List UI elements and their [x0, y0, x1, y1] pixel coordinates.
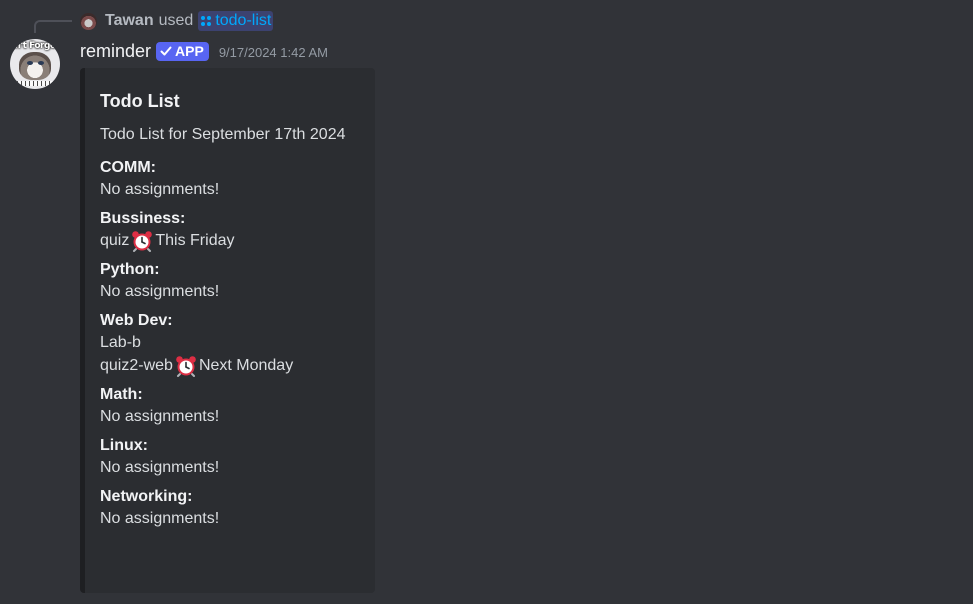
due-date-text: Next Monday — [198, 357, 294, 374]
embed-field: Python: No assignments! — [100, 260, 370, 303]
checkmark-icon — [160, 46, 172, 56]
slash-command-icon — [201, 16, 212, 26]
command-name: todo-list — [215, 12, 272, 29]
field-name: Web Dev: — [100, 312, 173, 329]
avatar-bottom-caption — [10, 81, 60, 86]
alarm-clock-icon — [132, 230, 153, 252]
avatar-caption: n't Forge — [14, 41, 56, 51]
embed-field: Web Dev: Lab-b quiz2-web Next Monday — [100, 311, 370, 377]
embed-field: Linux: No assignments! — [100, 436, 370, 479]
embed-field: Bussiness: quiz This Friday — [100, 209, 370, 252]
field-value-line: No assignments! — [100, 178, 370, 201]
reply-user-avatar[interactable] — [80, 12, 97, 30]
field-value-text: No assignments! — [100, 459, 220, 476]
bot-username[interactable]: reminder — [80, 41, 151, 62]
alarm-clock-icon — [176, 355, 196, 377]
message-timestamp[interactable]: 9/17/2024 1:42 AM — [219, 45, 328, 60]
command-mention[interactable]: todo-list — [198, 11, 274, 31]
embed-field: Networking: No assignments! — [100, 487, 370, 530]
app-badge-label: APP — [175, 43, 204, 59]
field-value-line: No assignments! — [100, 405, 370, 428]
field-value-text: Lab-b — [100, 334, 141, 351]
reply-spine — [34, 20, 72, 33]
field-value-line: No assignments! — [100, 456, 370, 479]
embed-field: Math: No assignments! — [100, 385, 370, 428]
cat-face-image — [19, 52, 51, 80]
todo-embed: Todo List Todo List for September 17th 2… — [80, 68, 375, 593]
field-name: COMM: — [100, 159, 156, 176]
field-name: Networking: — [100, 488, 193, 505]
command-usage-row: Tawan used todo-list — [80, 10, 274, 32]
field-value-line: No assignments! — [100, 280, 370, 303]
field-value-line: quiz2-web Next Monday — [100, 354, 370, 377]
due-date-text: This Friday — [155, 232, 235, 249]
embed-field: COMM: No assignments! — [100, 158, 370, 201]
field-value-line: Lab-b — [100, 331, 370, 354]
assignment-name: quiz — [100, 232, 130, 249]
embed-fields: COMM: No assignments! Bussiness: quiz This F… — [100, 158, 370, 538]
embed-description: Todo List for September 17th 2024 — [100, 126, 346, 143]
message-header: reminder APP 9/17/2024 1:42 AM — [80, 40, 328, 62]
reply-username[interactable]: Tawan — [105, 12, 154, 30]
field-value-line: No assignments! — [100, 507, 370, 530]
field-value-text: No assignments! — [100, 283, 220, 300]
assignment-name: quiz2-web — [100, 357, 173, 374]
app-badge: APP — [156, 41, 209, 61]
field-name: Math: — [100, 386, 143, 403]
field-value-text: No assignments! — [100, 510, 220, 527]
field-name: Python: — [100, 261, 160, 278]
bot-avatar[interactable]: n't Forge — [10, 39, 60, 89]
embed-title: Todo List — [100, 91, 180, 111]
field-value-line: quiz This Friday — [100, 229, 370, 252]
reply-used-text: used — [158, 12, 194, 29]
field-value-text: No assignments! — [100, 181, 220, 198]
field-value-text: No assignments! — [100, 408, 220, 425]
field-name: Linux: — [100, 437, 148, 454]
chat-message: Tawan used todo-list n't Forge reminder … — [0, 0, 973, 604]
field-name: Bussiness: — [100, 210, 186, 227]
